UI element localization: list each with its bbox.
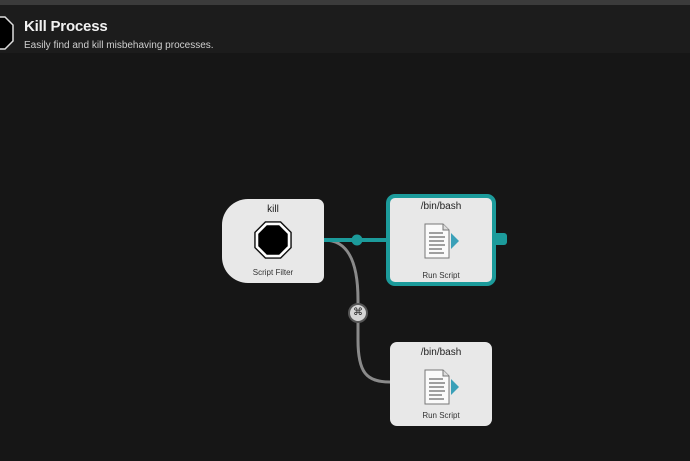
workflow-canvas[interactable]: Kill Process Easily find and kill misbeh… xyxy=(0,0,690,461)
modifier-badge[interactable]: ⌘ xyxy=(348,303,368,323)
stop-octagon-icon xyxy=(254,221,292,259)
output-connector-handle[interactable] xyxy=(496,233,507,245)
script-document-icon xyxy=(424,369,459,405)
node-caption: Run Script xyxy=(422,271,460,280)
node-caption: Run Script xyxy=(422,411,460,420)
run-script-node-selected[interactable]: /bin/bash Run Script xyxy=(386,194,496,286)
run-script-node[interactable]: /bin/bash Run Script xyxy=(390,342,492,426)
node-caption: Script Filter xyxy=(252,268,294,277)
script-document-icon xyxy=(424,223,459,259)
script-filter-node[interactable]: kill Script Filter xyxy=(222,199,324,283)
connection-midpoint-handle xyxy=(351,234,363,246)
node-title: kill xyxy=(267,204,279,215)
connection-wires xyxy=(323,234,391,384)
node-title: /bin/bash xyxy=(420,347,462,358)
node-title: /bin/bash xyxy=(420,201,462,212)
